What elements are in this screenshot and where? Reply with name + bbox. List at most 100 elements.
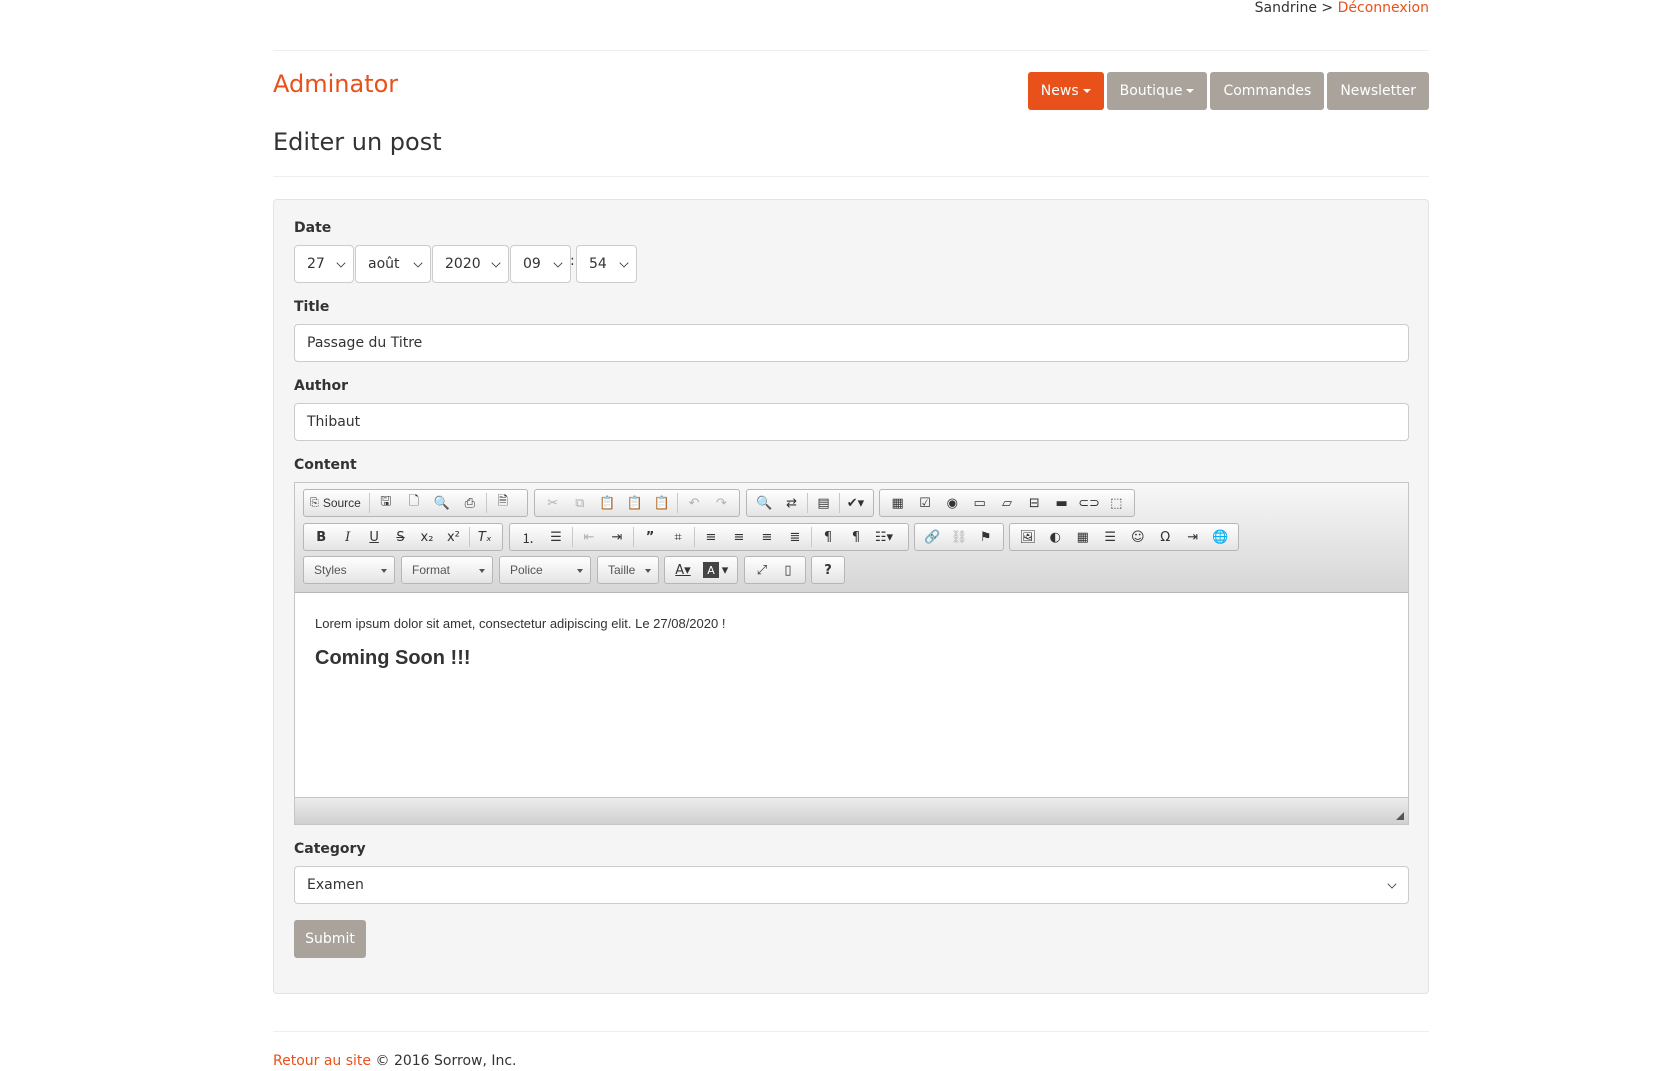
justify-icon[interactable]: ≣: [781, 525, 809, 549]
strike-icon[interactable]: S: [387, 525, 413, 549]
title-input[interactable]: Passage du Titre: [294, 324, 1409, 362]
replace-icon[interactable]: ⇄: [778, 491, 805, 515]
align-center-icon[interactable]: ≡: [725, 525, 753, 549]
nav-news-button[interactable]: News: [1027, 72, 1104, 110]
find-icon[interactable]: 🔍: [751, 491, 778, 515]
form-icon[interactable]: ▦: [884, 491, 911, 515]
select-field-icon[interactable]: ⊟: [1021, 491, 1048, 515]
copy-icon[interactable]: ⧉: [566, 491, 593, 515]
nav-newsletter-button[interactable]: Newsletter: [1327, 72, 1429, 110]
logout-link[interactable]: Déconnexion: [1338, 0, 1429, 16]
flash-icon[interactable]: ◐: [1042, 525, 1070, 549]
preview-icon[interactable]: 🔍: [428, 491, 456, 515]
back-to-site-link[interactable]: Retour au site: [273, 1053, 371, 1069]
undo-icon[interactable]: ↶: [680, 491, 707, 515]
edit-post-form: Date 27 août 2020 09 : 54 Title Passage …: [273, 199, 1429, 994]
paste-text-icon[interactable]: 📋: [621, 491, 648, 515]
select-all-icon[interactable]: ▤: [810, 491, 837, 515]
remove-format-icon[interactable]: Tₓ: [472, 525, 498, 549]
special-char-icon[interactable]: Ω: [1152, 525, 1180, 549]
textfield-icon[interactable]: ▭: [966, 491, 993, 515]
align-right-icon[interactable]: ≡: [753, 525, 781, 549]
user-bar: Sandrine > Déconnexion: [1255, 0, 1429, 20]
italic-icon[interactable]: I: [334, 525, 360, 549]
bold-icon[interactable]: B: [308, 525, 334, 549]
paste-icon[interactable]: 📋: [594, 491, 621, 515]
subscript-icon[interactable]: x₂: [414, 525, 440, 549]
unlink-icon[interactable]: ⛓: [946, 525, 973, 549]
category-select[interactable]: Examen: [294, 866, 1409, 904]
submit-button[interactable]: Submit: [294, 920, 366, 958]
superscript-icon[interactable]: x²: [440, 525, 466, 549]
colors-toolgroup: A▾ A ▾: [664, 556, 738, 584]
div-container-icon[interactable]: ⌗: [664, 525, 692, 549]
outdent-icon[interactable]: ⇤: [575, 525, 603, 549]
templates-icon[interactable]: 🗎: [489, 491, 517, 515]
underline-icon[interactable]: U: [361, 525, 387, 549]
chevron-down-icon: [413, 258, 423, 268]
horizontal-rule-icon[interactable]: ☰: [1097, 525, 1125, 549]
anchor-flag-icon[interactable]: ⚑: [972, 525, 999, 549]
dropdown-arrow-icon[interactable]: ▾: [719, 558, 731, 582]
link-icon[interactable]: 🔗: [919, 525, 946, 549]
maximize-icon[interactable]: ⤢: [749, 558, 775, 582]
image-icon[interactable]: 🖼: [1014, 525, 1042, 549]
show-blocks-icon[interactable]: ▯: [775, 558, 801, 582]
spellcheck-icon[interactable]: ✔▾: [842, 491, 869, 515]
size-combo[interactable]: Taille: [597, 556, 659, 584]
ltr-icon[interactable]: ¶: [814, 525, 842, 549]
hidden-field-icon[interactable]: ⬚: [1103, 491, 1130, 515]
hour-select[interactable]: 09: [510, 245, 571, 283]
font-combo[interactable]: Police: [499, 556, 591, 584]
cut-icon[interactable]: ✂: [539, 491, 566, 515]
save-icon[interactable]: 🖫: [372, 491, 400, 515]
source-label: Source: [322, 496, 361, 510]
paste-word-icon[interactable]: 📋: [648, 491, 675, 515]
nav-commandes-button[interactable]: Commandes: [1210, 72, 1325, 110]
language-icon[interactable]: ☷▾: [870, 525, 898, 549]
numbered-list-icon[interactable]: ⒈: [514, 525, 542, 549]
brand-logo[interactable]: Adminator: [273, 70, 398, 98]
indent-icon[interactable]: ⇥: [603, 525, 631, 549]
image-button-icon[interactable]: ⊂⊃: [1075, 491, 1102, 515]
checkbox-icon[interactable]: ☑: [911, 491, 938, 515]
author-input-value: Thibaut: [307, 414, 361, 430]
redo-icon[interactable]: ↷: [708, 491, 735, 515]
iframe-globe-icon[interactable]: 🌐: [1207, 525, 1235, 549]
styles-combo[interactable]: Styles: [303, 556, 395, 584]
day-select[interactable]: 27: [294, 245, 354, 283]
print-icon[interactable]: ⎙: [456, 491, 484, 515]
editor-content-area[interactable]: Lorem ipsum dolor sit amet, consectetur …: [295, 594, 1408, 798]
format-combo[interactable]: Format: [401, 556, 493, 584]
nav-commandes-label: Commandes: [1223, 83, 1312, 99]
new-page-icon[interactable]: 🗋: [400, 491, 428, 515]
button-field-icon[interactable]: ▬: [1048, 491, 1075, 515]
page-title: Editer un post: [273, 128, 442, 156]
text-color-icon[interactable]: A▾: [669, 558, 697, 582]
blockquote-icon[interactable]: ”: [636, 525, 664, 549]
category-value: Examen: [307, 877, 364, 893]
resize-handle-icon[interactable]: [1396, 812, 1404, 820]
content-label: Content: [294, 457, 357, 473]
month-select[interactable]: août: [355, 245, 431, 283]
author-input[interactable]: Thibaut: [294, 403, 1409, 441]
page-break-icon[interactable]: ⇥: [1179, 525, 1207, 549]
nav-boutique-button[interactable]: Boutique: [1106, 72, 1208, 110]
help-question-icon[interactable]: ?: [816, 558, 840, 582]
table-icon[interactable]: ▦: [1069, 525, 1097, 549]
toolbar-separator: [368, 493, 370, 513]
minute-select[interactable]: 54: [576, 245, 637, 283]
year-value: 2020: [445, 256, 481, 272]
toolbar-separator: [677, 493, 679, 513]
toolbar-separator: [694, 527, 695, 547]
align-left-icon[interactable]: ≡: [697, 525, 725, 549]
rtl-icon[interactable]: ¶: [842, 525, 870, 549]
year-select[interactable]: 2020: [432, 245, 509, 283]
smiley-icon[interactable]: ☺: [1124, 525, 1152, 549]
radio-icon[interactable]: ◉: [939, 491, 966, 515]
bulleted-list-icon[interactable]: ☰: [542, 525, 570, 549]
textarea-icon[interactable]: ▱: [993, 491, 1020, 515]
source-icon: ⎘: [310, 496, 319, 509]
source-button[interactable]: ⎘ Source: [308, 491, 367, 515]
background-color-icon[interactable]: A: [703, 562, 719, 578]
